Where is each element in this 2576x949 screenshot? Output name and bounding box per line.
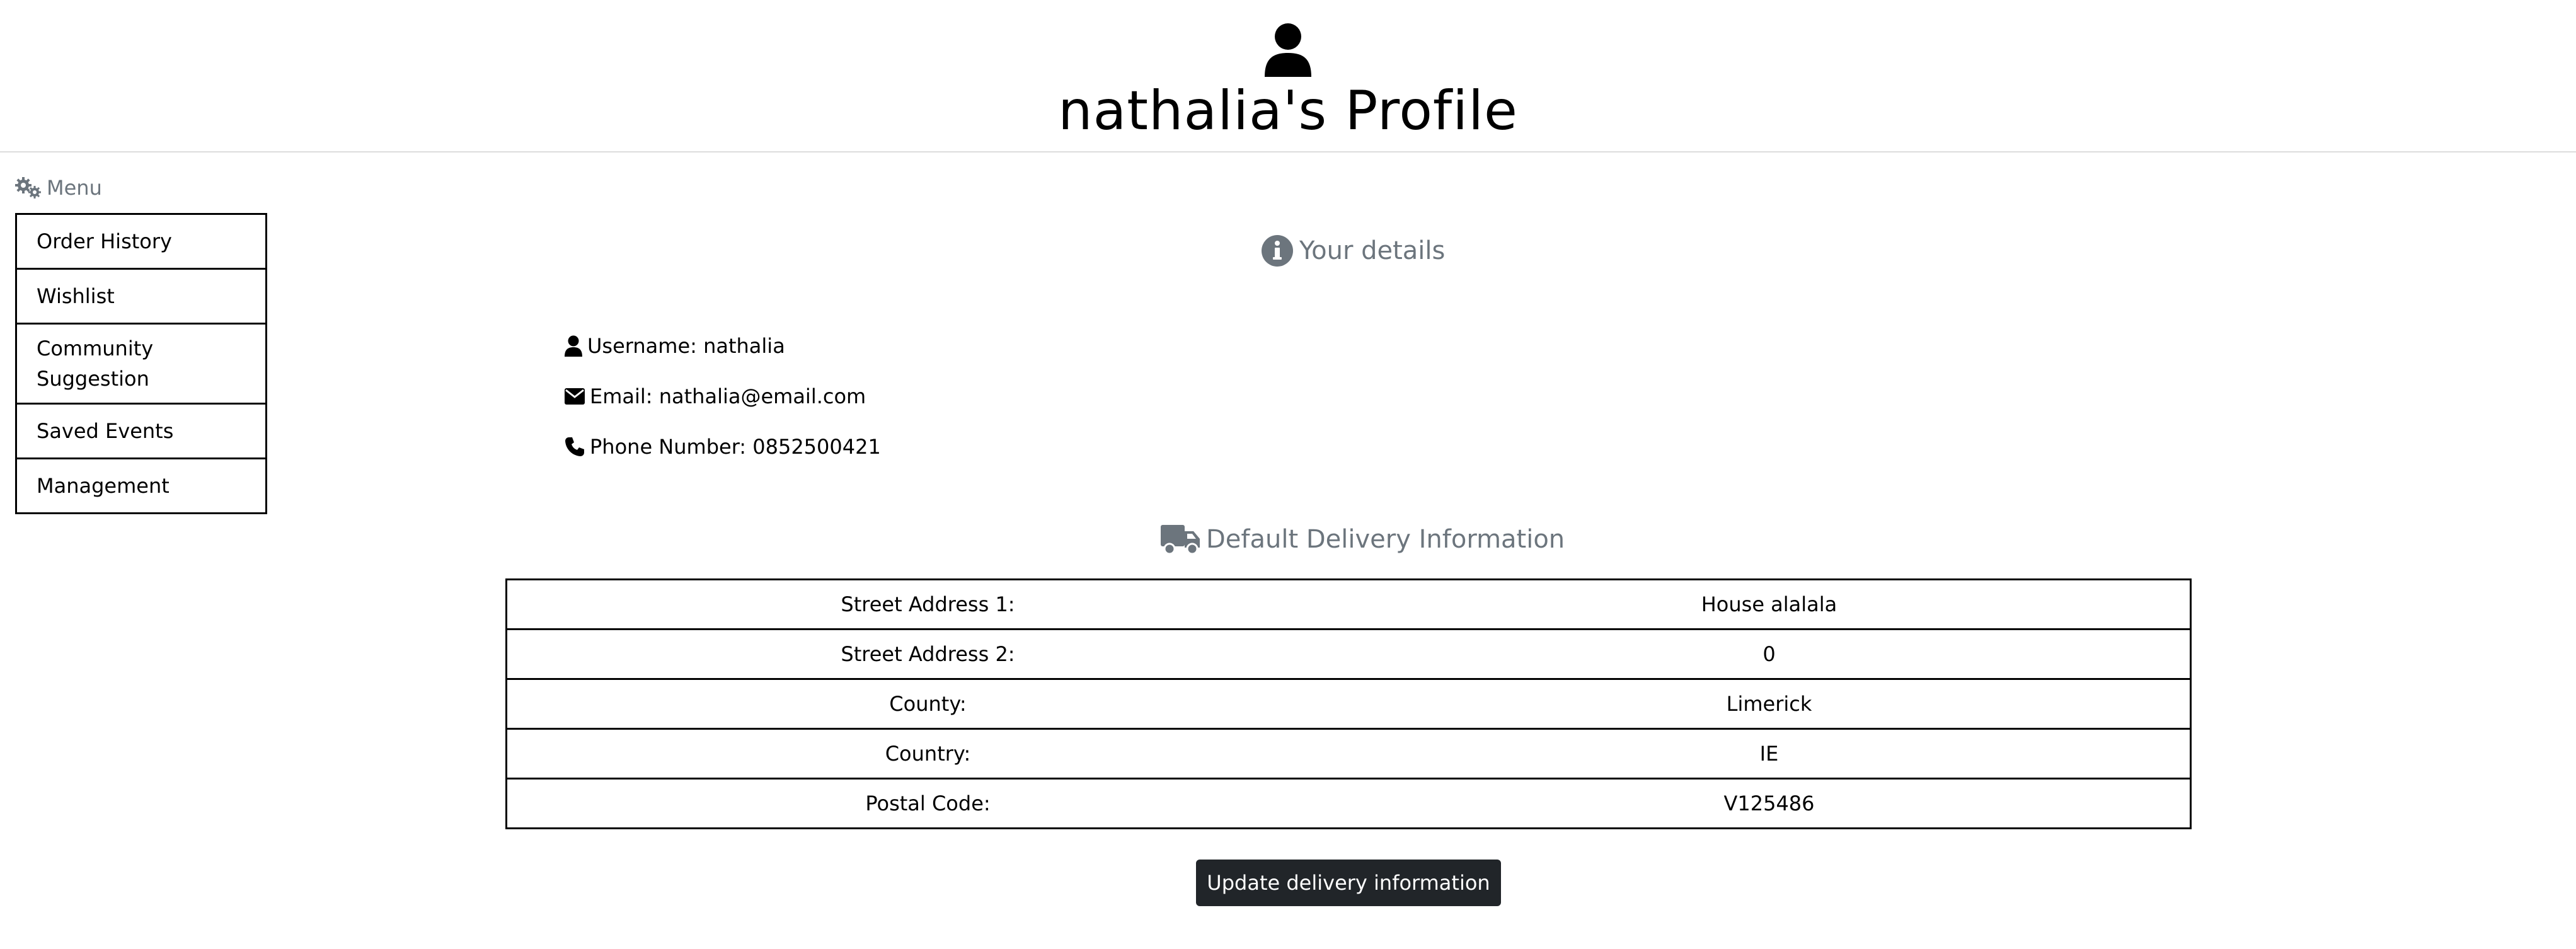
sidebar-item-order-history[interactable]: Order History [15, 213, 267, 270]
table-row: Street Address 1: House alalala [505, 578, 2192, 630]
street-address-2-value: 0 [1348, 628, 2192, 680]
profile-header: nathalia's Profile [0, 0, 2576, 152]
details-heading-text: Your details [1299, 236, 1446, 265]
street-address-1-label: Street Address 1: [505, 578, 1348, 630]
email-row: Email: nathalia@email.com [565, 383, 866, 410]
page-title: nathalia's Profile [1058, 79, 1518, 142]
table-row: Country: IE [505, 728, 2192, 779]
truck-icon [1161, 525, 1200, 555]
envelope-icon [565, 388, 585, 405]
sidebar-item-community-suggestion[interactable]: Community Suggestion [15, 323, 267, 405]
sidebar-item-label: Wishlist [37, 284, 115, 308]
street-address-2-label: Street Address 2: [505, 628, 1348, 680]
sidebar-item-label: Community Suggestion [37, 336, 154, 391]
username-row: Username: nathalia [565, 333, 785, 359]
user-icon [1265, 23, 1311, 77]
sidebar-item-label: Saved Events [37, 419, 174, 443]
county-value: Limerick [1348, 678, 2192, 730]
sidebar-item-saved-events[interactable]: Saved Events [15, 403, 267, 459]
update-delivery-button[interactable]: Update delivery information [1196, 860, 1501, 906]
delivery-table: Street Address 1: House alalala Street A… [505, 578, 2192, 829]
username-text: Username: nathalia [587, 334, 785, 358]
table-row: Street Address 2: 0 [505, 628, 2192, 680]
email-text: Email: nathalia@email.com [590, 384, 866, 408]
table-row: Postal Code: V125486 [505, 778, 2192, 829]
sidebar-item-label: Management [37, 474, 170, 498]
sidebar-item-label: Order History [37, 229, 172, 253]
sidebar-nav: Order History Wishlist Community Suggest… [15, 213, 267, 514]
menu-label: Menu [15, 175, 102, 200]
info-circle-icon [1262, 235, 1293, 267]
country-label: Country: [505, 728, 1348, 779]
details-heading: Your details [1262, 232, 1445, 270]
sidebar-item-management[interactable]: Management [15, 457, 267, 514]
menu-label-text: Menu [47, 176, 102, 200]
postal-code-value: V125486 [1348, 778, 2192, 829]
delivery-heading-text: Default Delivery Information [1206, 525, 1565, 554]
gears-icon [15, 177, 41, 198]
table-row: County: Limerick [505, 678, 2192, 730]
phone-text: Phone Number: 0852500421 [590, 435, 881, 459]
street-address-1-value: House alalala [1348, 578, 2192, 630]
user-icon [565, 335, 582, 357]
postal-code-label: Postal Code: [505, 778, 1348, 829]
country-value: IE [1348, 728, 2192, 779]
phone-icon [565, 437, 584, 456]
sidebar-item-wishlist[interactable]: Wishlist [15, 268, 267, 325]
delivery-heading: Default Delivery Information [1161, 521, 1565, 558]
phone-row: Phone Number: 0852500421 [565, 434, 881, 460]
county-label: County: [505, 678, 1348, 730]
